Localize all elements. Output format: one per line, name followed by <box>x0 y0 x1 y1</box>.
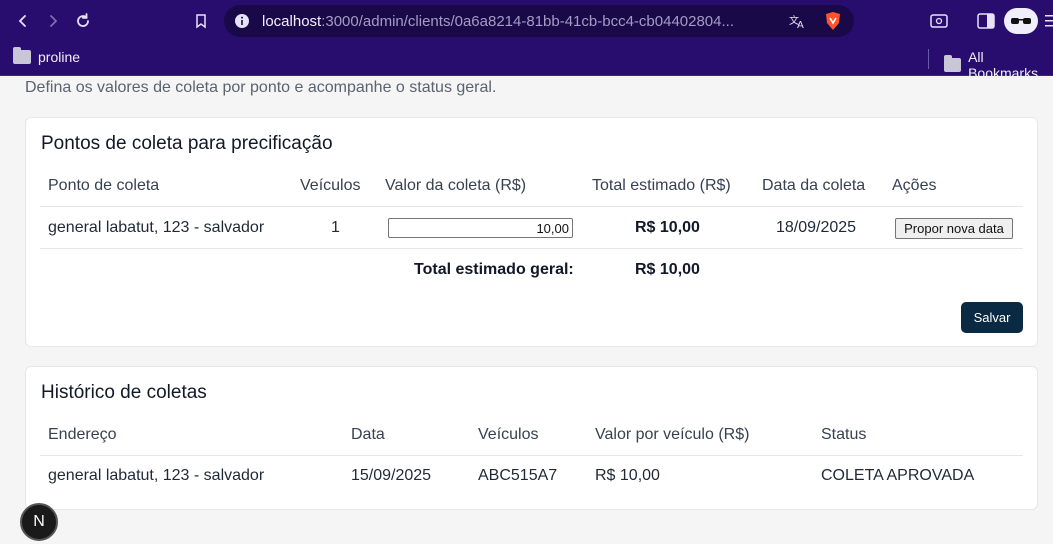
col-header-date: Data <box>351 426 385 443</box>
back-icon <box>18 15 26 27</box>
history-value: R$ 10,00 <box>595 467 660 484</box>
history-card-title: Histórico de coletas <box>41 382 207 403</box>
col-header-status: Status <box>821 426 867 443</box>
history-card: Histórico de coletas Endereço Data Veícu… <box>25 366 1038 510</box>
folder-icon <box>13 47 31 64</box>
row-point: general labatut, 123 - salvador <box>48 219 265 236</box>
nextjs-dev-badge[interactable]: N <box>20 503 58 541</box>
folder-icon <box>944 55 962 72</box>
menu-icon[interactable] <box>1045 14 1053 28</box>
grand-total-value: R$ 10,00 <box>635 261 700 278</box>
table-divider <box>40 206 1023 207</box>
all-bookmarks[interactable]: All Bookmarks <box>944 49 1053 81</box>
col-header-actions: Ações <box>892 177 937 194</box>
col-header-value: Valor da coleta (R$) <box>385 177 527 194</box>
col-header-value-per-vehicle: Valor por veículo (R$) <box>595 426 750 443</box>
incognito-glasses-icon <box>1011 18 1031 24</box>
col-header-address: Endereço <box>48 426 117 443</box>
collection-value-input[interactable] <box>388 218 573 238</box>
translate-icon[interactable]: 文A <box>788 12 806 30</box>
bookmarks-bar: proline All Bookmarks <box>0 42 1053 81</box>
pricing-card: Pontos de coleta para precificação Ponto… <box>25 117 1038 347</box>
svg-text:A: A <box>797 20 804 30</box>
url-text: localhost:3000/admin/clients/0a6a8214-81… <box>262 13 734 30</box>
site-info-icon[interactable] <box>234 13 250 29</box>
col-header-vehicles: Veículos <box>478 426 539 443</box>
sidebar-toggle-icon[interactable] <box>977 13 995 29</box>
bookmark-icon <box>196 14 206 29</box>
col-header-date: Data da coleta <box>762 177 866 194</box>
forward-icon <box>50 15 58 27</box>
profile-button[interactable] <box>1004 8 1038 34</box>
history-date: 15/09/2025 <box>351 467 432 484</box>
grand-total-label: Total estimado geral: <box>414 261 574 278</box>
browser-toolbar: localhost:3000/admin/clients/0a6a8214-81… <box>0 0 1053 42</box>
history-address: general labatut, 123 - salvador <box>48 467 265 484</box>
save-button[interactable]: Salvar <box>961 302 1023 333</box>
reload-button[interactable] <box>71 9 95 33</box>
tab-search-icon[interactable] <box>930 13 948 29</box>
pricing-card-title: Pontos de coleta para precificação <box>41 133 333 154</box>
history-vehicles: ABC515A7 <box>478 467 558 484</box>
table-divider <box>40 455 1023 456</box>
reload-icon <box>77 13 89 27</box>
brave-shield-icon[interactable] <box>824 11 842 31</box>
page-subtitle: Defina os valores de coleta por ponto e … <box>25 79 497 96</box>
status-badge: COLETA APROVADA <box>821 467 975 484</box>
row-vehicles: 1 <box>331 219 340 236</box>
col-header-point: Ponto de coleta <box>48 177 160 194</box>
forward-button[interactable] <box>41 9 65 33</box>
bookmark-proline[interactable]: proline <box>13 47 80 65</box>
bookmarks-divider <box>928 49 929 69</box>
bookmark-button[interactable] <box>189 9 213 33</box>
address-bar[interactable]: localhost:3000/admin/clients/0a6a8214-81… <box>224 5 854 37</box>
table-divider <box>40 248 1023 249</box>
row-date: 18/09/2025 <box>776 219 857 236</box>
propose-new-date-button[interactable]: Propor nova data <box>895 218 1013 239</box>
col-header-vehicles: Veículos <box>300 177 361 194</box>
back-button[interactable] <box>11 9 35 33</box>
col-header-total: Total estimado (R$) <box>592 177 731 194</box>
row-total: R$ 10,00 <box>635 219 700 236</box>
